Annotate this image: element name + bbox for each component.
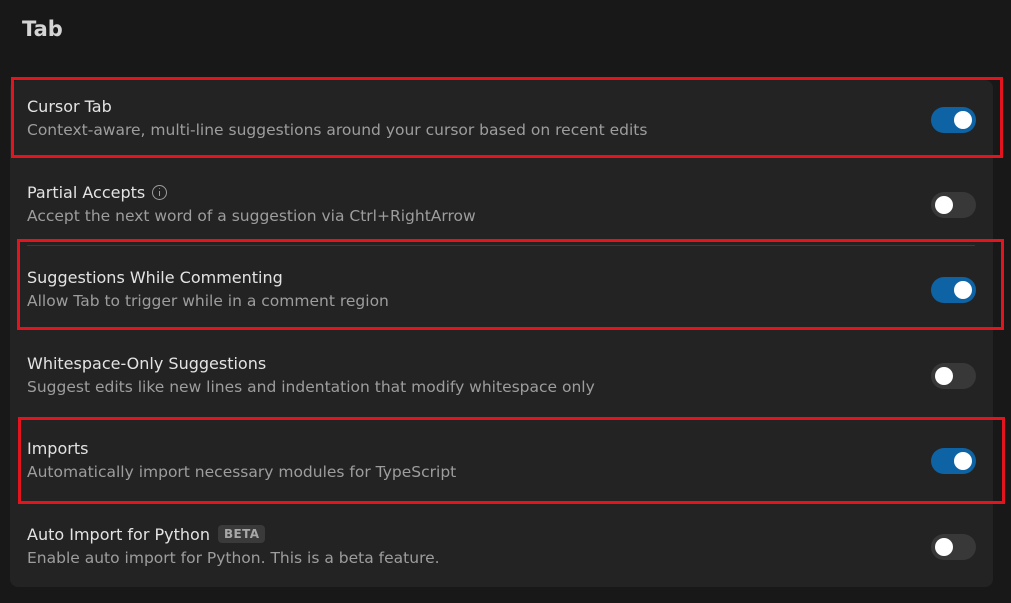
info-icon[interactable] <box>152 184 168 200</box>
toggle-knob <box>935 538 953 556</box>
setting-description: Suggest edits like new lines and indenta… <box>27 378 595 396</box>
setting-row-partial-accepts: Partial Accepts Accept the next word of … <box>10 166 993 251</box>
toggle-knob <box>935 196 953 214</box>
cursor-tab-toggle[interactable] <box>931 107 976 133</box>
setting-title: Suggestions While Commenting <box>27 267 283 287</box>
setting-title: Auto Import for Python <box>27 524 210 544</box>
setting-description: Accept the next word of a suggestion via… <box>27 207 476 225</box>
setting-title: Partial Accepts <box>27 182 146 202</box>
partial-accepts-toggle[interactable] <box>931 192 976 218</box>
setting-title: Imports <box>27 438 89 458</box>
suggestions-while-commenting-toggle[interactable] <box>931 277 976 303</box>
section-title: Tab <box>22 17 63 41</box>
auto-import-python-toggle[interactable] <box>931 534 976 560</box>
setting-description: Enable auto import for Python. This is a… <box>27 549 440 567</box>
toggle-knob <box>954 111 972 129</box>
setting-title: Cursor Tab <box>27 96 112 116</box>
whitespace-only-suggestions-toggle[interactable] <box>931 363 976 389</box>
toggle-knob <box>954 281 972 299</box>
divider <box>27 245 975 246</box>
settings-page: Tab Cursor Tab Context-aware, multi-line… <box>0 0 1011 603</box>
setting-row-imports: Imports Automatically import necessary m… <box>10 422 993 507</box>
toggle-knob <box>954 452 972 470</box>
setting-row-cursor-tab: Cursor Tab Context-aware, multi-line sug… <box>10 80 993 165</box>
settings-card: Cursor Tab Context-aware, multi-line sug… <box>10 80 993 587</box>
setting-description: Context-aware, multi-line suggestions ar… <box>27 121 648 139</box>
setting-description: Allow Tab to trigger while in a comment … <box>27 292 389 310</box>
toggle-knob <box>935 367 953 385</box>
setting-description: Automatically import necessary modules f… <box>27 463 457 481</box>
setting-row-suggestions-while-commenting: Suggestions While Commenting Allow Tab t… <box>10 251 993 336</box>
imports-toggle[interactable] <box>931 448 976 474</box>
beta-badge: BETA <box>217 525 266 543</box>
setting-row-auto-import-python: Auto Import for Python BETA Enable auto … <box>10 508 993 593</box>
setting-row-whitespace-only-suggestions: Whitespace-Only Suggestions Suggest edit… <box>10 337 993 422</box>
setting-title: Whitespace-Only Suggestions <box>27 353 267 373</box>
